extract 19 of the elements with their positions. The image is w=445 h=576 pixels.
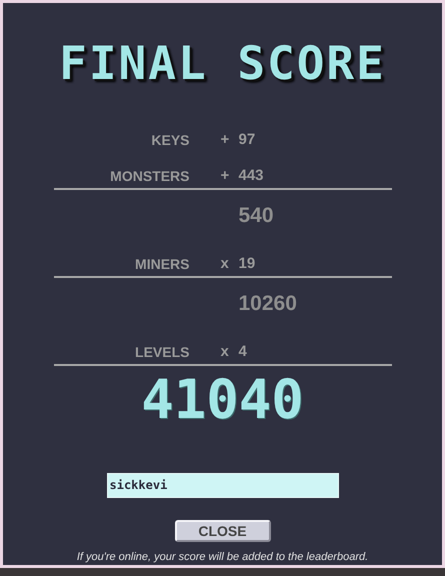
title: FINAL SCORE <box>59 35 386 91</box>
subtotal-value: 10260 <box>238 291 297 318</box>
total-score: 41040 <box>141 375 304 425</box>
operator: x <box>220 254 230 274</box>
operator: x <box>220 342 230 362</box>
score-label: MONSTERS <box>109 166 190 186</box>
score-value: 443 <box>238 166 264 186</box>
score-label: KEYS <box>150 130 190 150</box>
score-label: LEVELS <box>134 342 190 362</box>
score-value: 97 <box>238 130 256 150</box>
score-value: 19 <box>238 254 256 274</box>
operator: + <box>220 130 230 150</box>
footer-note: If you're online, your score will be added to the leaderboard. <box>76 550 368 564</box>
score-label: MINERS <box>134 254 190 274</box>
close-button[interactable]: CLOSE <box>174 520 270 542</box>
name-field[interactable]: sickkevi <box>106 473 338 498</box>
operator: + <box>220 166 230 186</box>
score-value: 4 <box>238 342 247 362</box>
subtotal-value: 540 <box>238 203 274 230</box>
